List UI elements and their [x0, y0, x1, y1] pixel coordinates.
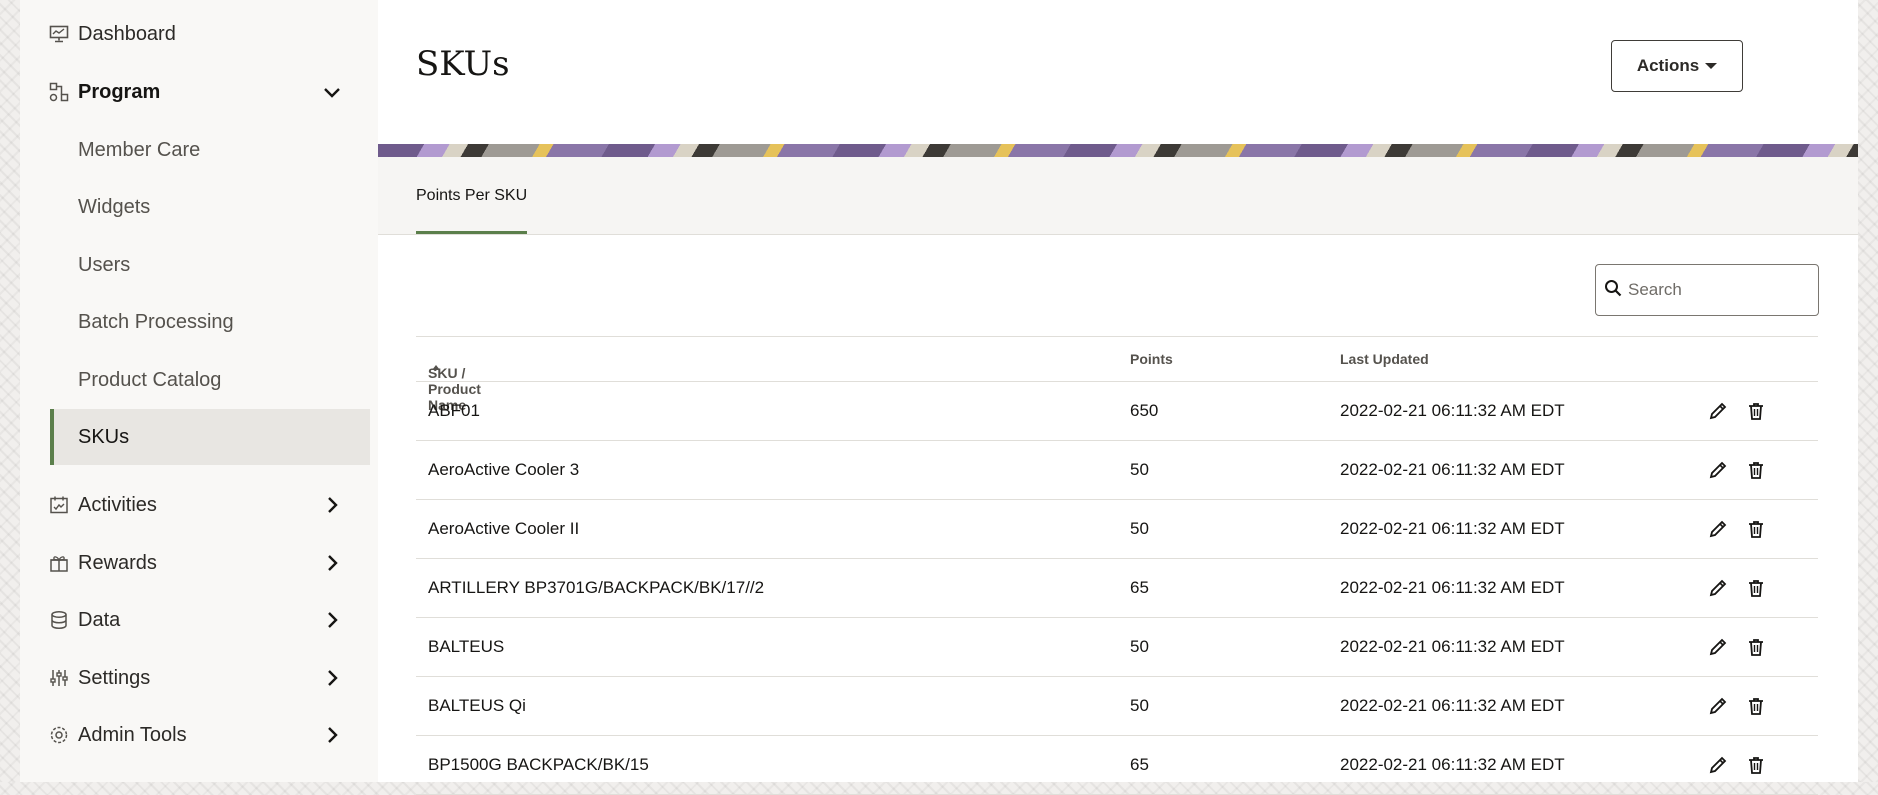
cell-points: 50	[1130, 637, 1149, 656]
chevron-right-icon	[322, 610, 342, 630]
table-row: ARTILLERY BP3701G/BACKPACK/BK/17//2 65 202…	[416, 559, 1818, 618]
chevron-right-icon	[322, 668, 342, 688]
table-row: AeroActive Cooler 3 50 2022-02-21 06:11:32…	[416, 441, 1818, 500]
cell-last-updated: 2022-02-21 06:11:32 AM EDT	[1340, 519, 1565, 538]
sidebar-item-label: Product Catalog	[78, 368, 222, 391]
edit-icon[interactable]	[1708, 519, 1728, 539]
decorative-banner	[378, 144, 1858, 157]
edit-icon[interactable]	[1708, 578, 1728, 598]
trash-icon[interactable]	[1746, 755, 1766, 775]
actions-button-label: Actions	[1636, 56, 1700, 75]
edit-icon[interactable]	[1708, 755, 1728, 775]
calendar-check-icon	[48, 494, 70, 516]
trash-icon[interactable]	[1746, 401, 1766, 421]
cell-points: 65	[1130, 578, 1149, 597]
sidebar-item-label: Widgets	[78, 195, 151, 218]
cell-points: 650	[1130, 401, 1159, 420]
table-header: SKU / Product Name Points Last Updated	[416, 336, 1818, 413]
trash-icon[interactable]	[1746, 696, 1766, 716]
nav-rewards[interactable]: Rewards	[48, 536, 370, 590]
search-box	[1595, 264, 1819, 316]
cell-points: 50	[1130, 696, 1149, 715]
nav-activities[interactable]: Activities	[48, 478, 370, 532]
database-icon	[48, 609, 70, 631]
sidebar-item-label: Users	[78, 253, 131, 276]
sku-table: SKU / Product Name Points Last Updated A…	[416, 336, 1818, 795]
sidebar-item-label: Batch Processing	[78, 310, 234, 333]
gift-icon	[48, 552, 70, 574]
cell-last-updated: 2022-02-21 06:11:32 AM EDT	[1340, 460, 1565, 479]
chevron-right-icon	[322, 553, 342, 573]
nav-data-label: Data	[78, 608, 121, 631]
chevron-down-icon	[322, 82, 342, 102]
nav-rewards-label: Rewards	[78, 551, 157, 574]
trash-icon[interactable]	[1746, 637, 1766, 657]
column-header-last-updated[interactable]: Last Updated	[1340, 351, 1429, 367]
sidebar-item-member-care[interactable]: Member Care	[50, 122, 370, 178]
cell-last-updated: 2022-02-21 06:11:32 AM EDT	[1340, 755, 1565, 774]
cell-last-updated: 2022-02-21 06:11:32 AM EDT	[1340, 578, 1565, 597]
page-title: SKUs	[416, 44, 510, 84]
cell-points: 50	[1130, 460, 1149, 479]
sidebar-item-label: Member Care	[78, 138, 201, 161]
sidebar-item-skus[interactable]: SKUs	[50, 409, 370, 465]
sidebar-item-product-catalog[interactable]: Product Catalog	[50, 352, 370, 408]
nav-settings[interactable]: Settings	[48, 651, 370, 705]
edit-icon[interactable]	[1708, 460, 1728, 480]
nav-admin-tools[interactable]: Admin Tools	[48, 708, 370, 762]
nav-dashboard[interactable]: Dashboard	[48, 7, 370, 61]
cell-last-updated: 2022-02-21 06:11:32 AM EDT	[1340, 401, 1565, 420]
cell-last-updated: 2022-02-21 06:11:32 AM EDT	[1340, 696, 1565, 715]
actions-button[interactable]: Actions	[1611, 40, 1743, 92]
trash-icon[interactable]	[1746, 519, 1766, 539]
table-row: AeroActive Cooler II 50 2022-02-21 06:11:3…	[416, 500, 1818, 559]
trash-icon[interactable]	[1746, 578, 1766, 598]
program-icon	[48, 81, 70, 103]
sliders-icon	[48, 667, 70, 689]
nav-dashboard-label: Dashboard	[78, 22, 176, 45]
nav-activities-label: Activities	[78, 493, 157, 516]
edit-icon[interactable]	[1708, 637, 1728, 657]
cell-sku-name: BALTEUS	[428, 637, 505, 656]
tab-label: Points Per SKU	[416, 186, 528, 204]
column-header-points[interactable]: Points	[1130, 351, 1173, 367]
nav-program-label: Program	[78, 80, 161, 103]
table-row: BP1500G BACKPACK/BK/15 65 2022-02-21 06:11…	[416, 736, 1818, 795]
gear-icon	[48, 724, 70, 746]
sidebar: Dashboard Program Member Care Widgets Us…	[20, 0, 378, 782]
cell-sku-name: BALTEUS Qi	[428, 696, 526, 715]
sort-ascending-icon	[432, 365, 440, 370]
cell-points: 65	[1130, 755, 1149, 774]
monitor-icon	[48, 23, 70, 45]
nav-admin-tools-label: Admin Tools	[78, 723, 187, 746]
edit-icon[interactable]	[1708, 401, 1728, 421]
sidebar-item-users[interactable]: Users	[50, 237, 370, 293]
nav-data[interactable]: Data	[48, 593, 370, 647]
sidebar-item-label: SKUs	[78, 425, 130, 448]
tab-points-per-sku[interactable]: Points Per SKU	[416, 157, 528, 234]
cell-sku-name: ARTILLERY BP3701G/BACKPACK/BK/17//2	[428, 578, 765, 597]
cell-sku-name: ABF01	[428, 401, 480, 420]
table-row: BALTEUS 50 2022-02-21 06:11:32 AM EDT	[416, 618, 1818, 677]
chevron-right-icon	[322, 495, 342, 515]
table-row: ABF01 650 2022-02-21 06:11:32 AM EDT	[416, 382, 1818, 441]
trash-icon[interactable]	[1746, 460, 1766, 480]
table-row: BALTEUS Qi 50 2022-02-21 06:11:32 AM EDT	[416, 677, 1818, 736]
tab-bar: Points Per SKU	[378, 157, 1858, 235]
caret-down-icon	[1705, 63, 1718, 69]
nav-settings-label: Settings	[78, 666, 151, 689]
search-icon	[1604, 279, 1622, 302]
sidebar-item-widgets[interactable]: Widgets	[50, 179, 370, 235]
cell-points: 50	[1130, 519, 1149, 538]
cell-last-updated: 2022-02-21 06:11:32 AM EDT	[1340, 637, 1565, 656]
main-content: SKUs Actions Points Per SKU SKU / Produc…	[378, 0, 1858, 795]
cell-sku-name: AeroActive Cooler II	[428, 519, 580, 538]
chevron-right-icon	[322, 725, 342, 745]
cell-sku-name: BP1500G BACKPACK/BK/15	[428, 755, 649, 774]
sidebar-item-batch-processing[interactable]: Batch Processing	[50, 294, 370, 350]
search-input[interactable]	[1626, 279, 1800, 301]
nav-program[interactable]: Program	[48, 65, 370, 119]
edit-icon[interactable]	[1708, 696, 1728, 716]
cell-sku-name: AeroActive Cooler 3	[428, 460, 580, 479]
